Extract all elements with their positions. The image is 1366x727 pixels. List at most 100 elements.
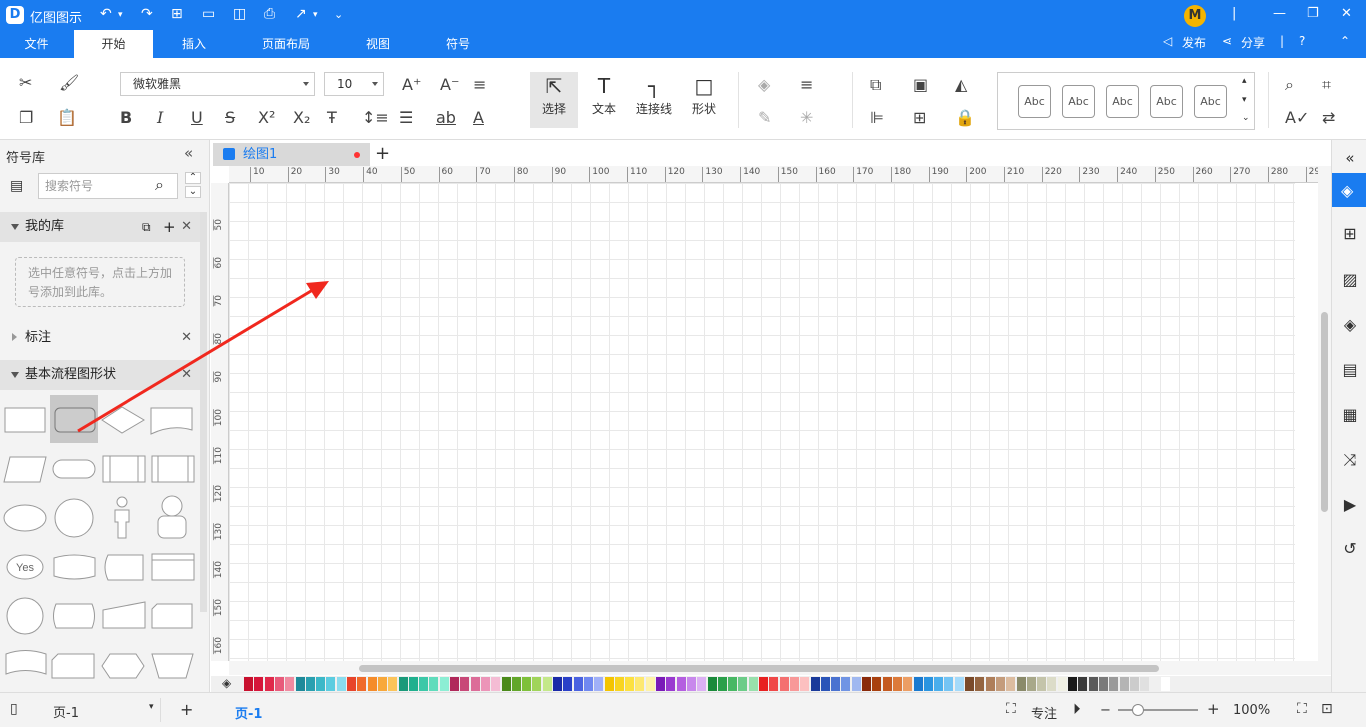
color-swatch[interactable] xyxy=(419,677,429,691)
scroll-up-icon[interactable]: ⌃ xyxy=(185,172,201,184)
underline-icon[interactable]: U xyxy=(191,109,203,127)
decrease-font-icon[interactable]: A⁻ xyxy=(440,76,459,94)
scroll-down-icon[interactable]: ⌄ xyxy=(185,186,201,198)
color-swatch[interactable] xyxy=(491,677,501,691)
color-swatch[interactable] xyxy=(1150,677,1160,691)
arrange-icon[interactable]: ⧉ xyxy=(870,76,881,94)
color-swatch[interactable] xyxy=(707,677,717,691)
format-tab-active[interactable]: ◈ xyxy=(1332,173,1366,207)
color-swatch[interactable] xyxy=(316,677,326,691)
zoom-in-icon[interactable]: + xyxy=(1207,700,1220,718)
color-swatch[interactable] xyxy=(563,677,573,691)
color-swatch[interactable] xyxy=(326,677,336,691)
color-swatch[interactable] xyxy=(542,677,552,691)
color-swatch[interactable] xyxy=(882,677,892,691)
page-icon[interactable]: ▤ xyxy=(1341,361,1359,379)
focus-icon[interactable]: ⛶ xyxy=(1006,701,1016,717)
history-icon[interactable]: ↺ xyxy=(1341,540,1359,558)
open-folder-icon[interactable]: ▭ xyxy=(202,6,215,22)
color-swatch[interactable] xyxy=(398,677,408,691)
color-swatch[interactable] xyxy=(274,677,284,691)
restore-icon[interactable]: ❐ xyxy=(1307,6,1319,21)
tab-view[interactable]: 视图 xyxy=(340,30,416,58)
color-swatch[interactable] xyxy=(686,677,696,691)
publish-button[interactable]: 发布 xyxy=(1182,34,1206,51)
play-icon[interactable]: ⏵ xyxy=(1073,700,1081,718)
color-swatch[interactable] xyxy=(377,677,387,691)
color-swatch[interactable] xyxy=(429,677,439,691)
color-swatch[interactable] xyxy=(573,677,583,691)
color-swatch[interactable] xyxy=(944,677,954,691)
color-swatch[interactable] xyxy=(759,677,768,691)
publish-icon[interactable]: ◁ xyxy=(1163,34,1172,48)
color-swatch[interactable] xyxy=(480,677,490,691)
color-swatch[interactable] xyxy=(254,677,264,691)
color-swatch[interactable] xyxy=(625,677,635,691)
export-dropdown-icon[interactable]: ▾ xyxy=(313,10,318,20)
horizontal-scroll-thumb[interactable] xyxy=(359,665,1159,672)
import-icon[interactable]: ⧉ xyxy=(142,212,151,242)
fill-color-icon[interactable]: ◈ xyxy=(758,76,770,94)
color-swatch[interactable] xyxy=(1026,677,1036,691)
collapse-ribbon-icon[interactable]: ⌃ xyxy=(1340,34,1350,48)
color-swatch[interactable] xyxy=(728,677,738,691)
style-sample[interactable]: Abc xyxy=(1150,85,1183,118)
color-swatch[interactable] xyxy=(645,677,655,691)
color-swatch[interactable] xyxy=(450,677,459,691)
color-swatch[interactable] xyxy=(367,677,377,691)
new-icon[interactable]: ⊞ xyxy=(171,6,183,22)
my-library-section[interactable]: 我的库 ⧉ + ✕ xyxy=(0,212,200,242)
color-swatch[interactable] xyxy=(697,677,707,691)
focus-label[interactable]: 专注 xyxy=(1031,703,1057,722)
color-swatch[interactable] xyxy=(995,677,1005,691)
color-swatch[interactable] xyxy=(748,677,758,691)
panel-scrollbar[interactable] xyxy=(200,212,207,612)
distribute-icon[interactable]: ⊞ xyxy=(913,109,926,127)
add-page-icon[interactable]: + xyxy=(180,700,193,719)
close-icon[interactable]: ✕ xyxy=(181,323,192,353)
fit-page-icon[interactable]: ⊡ xyxy=(1321,701,1333,717)
zoom-slider[interactable] xyxy=(1118,704,1198,716)
add-tab-icon[interactable]: + xyxy=(375,143,390,164)
color-swatch[interactable] xyxy=(1037,677,1047,691)
color-swatch[interactable] xyxy=(954,677,964,691)
shape-tool[interactable]: □ 形状 xyxy=(680,72,728,128)
color-swatch[interactable] xyxy=(604,677,614,691)
vertical-scroll-thumb[interactable] xyxy=(1321,312,1328,512)
align-icon[interactable]: ≡ xyxy=(473,76,486,94)
color-swatch[interactable] xyxy=(892,677,902,691)
color-swatch[interactable] xyxy=(656,677,665,691)
color-swatch[interactable] xyxy=(285,677,295,691)
color-swatch[interactable] xyxy=(985,677,995,691)
color-swatch[interactable] xyxy=(583,677,593,691)
color-swatch[interactable] xyxy=(244,677,253,691)
color-swatch[interactable] xyxy=(965,677,974,691)
drawing-canvas[interactable] xyxy=(229,183,1295,661)
library-manage-icon[interactable]: ▤ xyxy=(10,178,23,194)
group-icon[interactable]: ▣ xyxy=(913,76,928,94)
color-swatch[interactable] xyxy=(1129,677,1139,691)
search-icon[interactable]: ⌕ xyxy=(155,175,164,195)
color-swatch[interactable] xyxy=(769,677,779,691)
color-swatch[interactable] xyxy=(347,677,356,691)
color-swatch[interactable] xyxy=(336,677,346,691)
color-swatch[interactable] xyxy=(1047,677,1057,691)
color-swatch[interactable] xyxy=(789,677,799,691)
color-swatch[interactable] xyxy=(635,677,645,691)
color-swatch[interactable] xyxy=(357,677,367,691)
crop-icon[interactable]: ⌗ xyxy=(1322,76,1331,94)
gallery-down-icon[interactable]: ▾ xyxy=(1242,95,1247,105)
export-icon[interactable]: ↗ xyxy=(295,6,307,22)
cut-icon[interactable]: ✂ xyxy=(19,74,32,92)
color-swatch[interactable] xyxy=(666,677,676,691)
line-color-icon[interactable]: ✎ xyxy=(758,109,771,127)
color-swatch[interactable] xyxy=(934,677,944,691)
align-objects-icon[interactable]: ⊫ xyxy=(870,109,884,127)
lock-icon[interactable]: 🔒 xyxy=(955,109,975,127)
add-icon[interactable]: + xyxy=(163,212,176,242)
color-swatch[interactable] xyxy=(872,677,882,691)
user-avatar[interactable]: M xyxy=(1184,5,1206,27)
color-swatch[interactable] xyxy=(553,677,562,691)
style-sample[interactable]: Abc xyxy=(1194,85,1227,118)
subscript-icon[interactable]: X₂ xyxy=(293,109,310,127)
